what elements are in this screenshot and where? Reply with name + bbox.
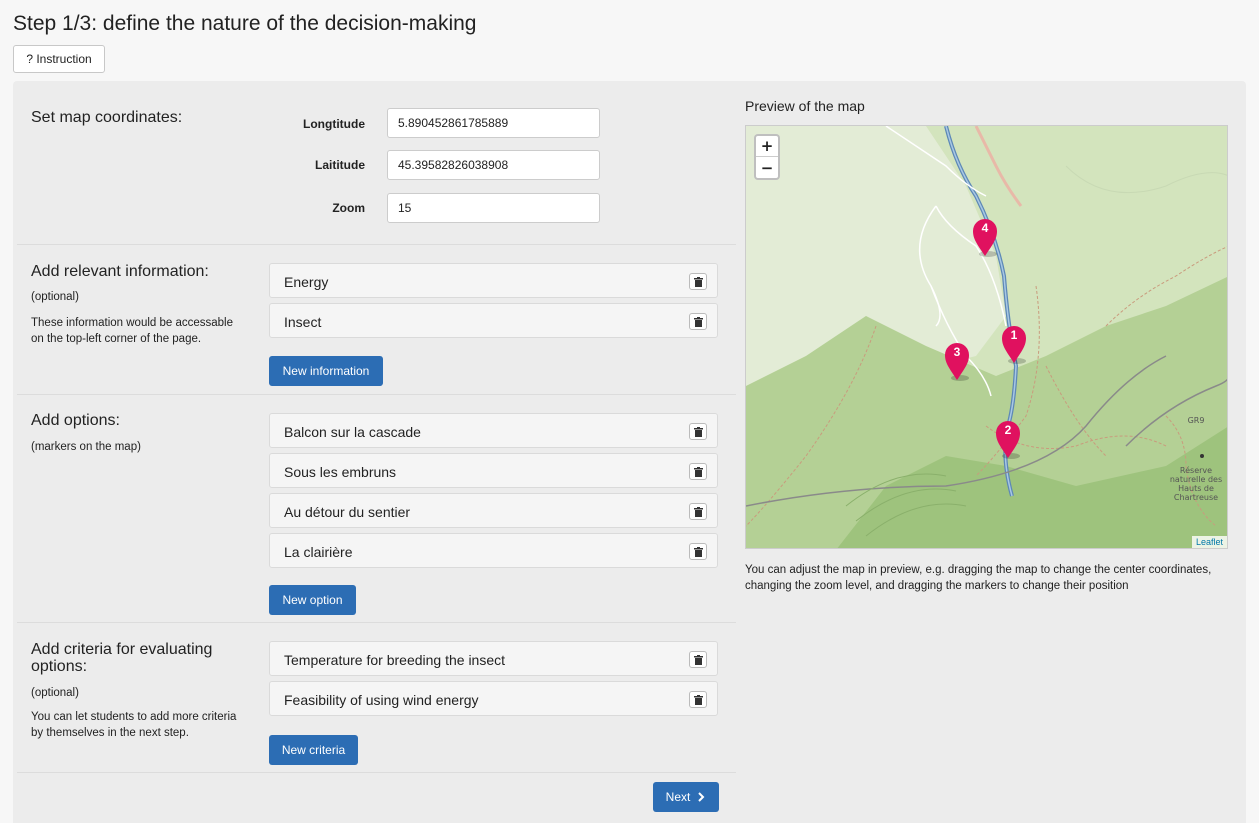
delete-button[interactable] bbox=[689, 691, 707, 708]
new-criteria-button[interactable]: New criteria bbox=[269, 735, 358, 765]
trash-icon bbox=[693, 276, 703, 287]
options-section: Add options: (markers on the map) Balcon… bbox=[17, 395, 736, 623]
trash-icon bbox=[693, 466, 703, 477]
delete-button[interactable] bbox=[689, 651, 707, 668]
map-marker[interactable]: 1 bbox=[1001, 325, 1027, 365]
map-label-naturelle: naturelle des bbox=[1169, 475, 1223, 484]
zoom-input[interactable] bbox=[387, 193, 600, 223]
information-item: Insect bbox=[269, 303, 718, 338]
next-button[interactable]: Next bbox=[653, 782, 719, 812]
map-label-hauts: Hauts de bbox=[1178, 484, 1214, 493]
latitude-label: Laititude bbox=[315, 158, 365, 172]
delete-button[interactable] bbox=[689, 313, 707, 330]
marker-number: 4 bbox=[981, 221, 989, 235]
map-marker[interactable]: 2 bbox=[995, 420, 1021, 460]
option-item-label: Sous les embruns bbox=[284, 464, 397, 480]
map-label-reserve: Réserve bbox=[1179, 466, 1213, 475]
map-background bbox=[746, 126, 1227, 548]
main-panel: Set map coordinates: Longtitude Laititud… bbox=[13, 81, 1246, 823]
trash-icon bbox=[693, 694, 703, 705]
zoom-out-button[interactable]: − bbox=[756, 157, 778, 178]
criteria-note: You can let students to add more criteri… bbox=[31, 711, 237, 739]
new-option-button[interactable]: New option bbox=[269, 585, 356, 615]
delete-button[interactable] bbox=[689, 503, 707, 520]
option-item-label: La clairière bbox=[284, 544, 353, 560]
chevron-right-icon bbox=[698, 792, 705, 802]
trash-icon bbox=[693, 506, 703, 517]
delete-button[interactable] bbox=[689, 423, 707, 440]
criteria-item-label: Feasibility of using wind energy bbox=[284, 692, 479, 708]
trash-icon bbox=[693, 316, 703, 327]
criteria-optional: (optional) bbox=[31, 687, 79, 699]
new-information-button[interactable]: New information bbox=[269, 356, 383, 386]
map-label-chartreuse: Chartreuse bbox=[1173, 493, 1219, 502]
delete-button[interactable] bbox=[689, 273, 707, 290]
information-item: Energy bbox=[269, 263, 718, 298]
zoom-label: Zoom bbox=[332, 201, 365, 215]
option-item: La clairière bbox=[269, 533, 718, 568]
options-title: Add options: bbox=[31, 412, 120, 429]
marker-number: 1 bbox=[1010, 328, 1018, 342]
information-title: Add relevant information: bbox=[31, 263, 209, 280]
delete-button[interactable] bbox=[689, 543, 707, 560]
option-item-label: Balcon sur la cascade bbox=[284, 424, 421, 440]
trash-icon bbox=[693, 654, 703, 665]
information-note: These information would be accessable on… bbox=[31, 317, 234, 345]
trash-icon bbox=[693, 546, 703, 557]
zoom-control: + − bbox=[754, 134, 780, 180]
criteria-title: Add criteria for evaluating options: bbox=[31, 641, 213, 675]
options-note: (markers on the map) bbox=[31, 441, 141, 453]
marker-number: 3 bbox=[953, 345, 961, 359]
instruction-button[interactable]: ? Instruction bbox=[13, 45, 105, 73]
map-label-gr9: GR9 bbox=[1187, 416, 1205, 425]
option-item: Sous les embruns bbox=[269, 453, 718, 488]
map-help-text: You can adjust the map in preview, e.g. … bbox=[745, 564, 1212, 592]
marker-number: 2 bbox=[1004, 423, 1012, 437]
information-optional: (optional) bbox=[31, 291, 79, 303]
page-title: Step 1/3: define the nature of the decis… bbox=[13, 12, 477, 35]
option-item-label: Au détour du sentier bbox=[284, 504, 411, 520]
information-item-label: Insect bbox=[284, 314, 322, 330]
coordinates-section: Set map coordinates: Longtitude Laititud… bbox=[17, 81, 736, 245]
map-marker[interactable]: 3 bbox=[944, 342, 970, 382]
information-section: Add relevant information: (optional) The… bbox=[17, 245, 736, 395]
longitude-label: Longtitude bbox=[303, 117, 365, 131]
delete-button[interactable] bbox=[689, 463, 707, 480]
preview-title: Preview of the map bbox=[745, 98, 865, 114]
map-preview[interactable]: GR9 Réserve naturelle des Hauts de Chart… bbox=[745, 125, 1228, 549]
leaflet-attribution[interactable]: Leaflet bbox=[1191, 536, 1227, 548]
next-button-label: Next bbox=[665, 790, 691, 804]
latitude-input[interactable] bbox=[387, 150, 600, 180]
coordinates-title: Set map coordinates: bbox=[31, 109, 183, 126]
option-item: Au détour du sentier bbox=[269, 493, 718, 528]
criteria-section: Add criteria for evaluating options: (op… bbox=[17, 623, 736, 773]
criteria-item: Temperature for breeding the insect bbox=[269, 641, 718, 676]
information-item-label: Energy bbox=[284, 274, 329, 290]
map-marker[interactable]: 4 bbox=[972, 218, 998, 258]
option-item: Balcon sur la cascade bbox=[269, 413, 718, 448]
zoom-in-button[interactable]: + bbox=[756, 136, 778, 157]
longitude-input[interactable] bbox=[387, 108, 600, 138]
criteria-item-label: Temperature for breeding the insect bbox=[284, 652, 506, 668]
criteria-item: Feasibility of using wind energy bbox=[269, 681, 718, 716]
trash-icon bbox=[693, 426, 703, 437]
